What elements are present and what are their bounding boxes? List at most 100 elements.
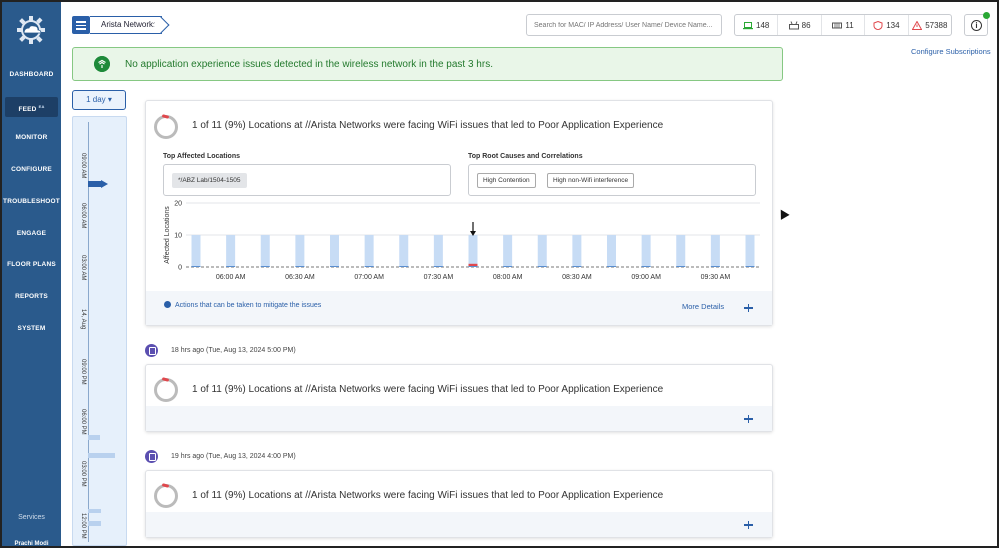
sidebar-item-label: SYSTEM bbox=[17, 325, 46, 332]
stat-security[interactable]: 134 bbox=[865, 15, 909, 35]
sidebar-item-reports[interactable]: REPORTS bbox=[2, 293, 61, 300]
sidebar-item-engage[interactable]: ENGAGE bbox=[2, 230, 61, 237]
sidebar-item-label: FLOOR PLANS bbox=[7, 261, 56, 268]
bar bbox=[364, 235, 374, 267]
sidebar-item-label: REPORTS bbox=[15, 293, 48, 300]
timeline-event-bar[interactable] bbox=[88, 509, 101, 513]
sidebar-item-label: MONITOR bbox=[15, 134, 48, 141]
bar bbox=[468, 235, 478, 267]
collapse-icon[interactable] bbox=[744, 304, 753, 312]
location-chip[interactable]: */ABZ Lab/1504-1505 bbox=[172, 173, 247, 188]
bar-baseline bbox=[572, 266, 582, 267]
stat-value: 11 bbox=[845, 20, 854, 30]
stat-value: 57388 bbox=[925, 20, 948, 30]
more-details-link[interactable]: More Details bbox=[682, 302, 724, 311]
stats-bar: 148 86 11 134 57388 bbox=[734, 14, 952, 36]
timeline-current-marker[interactable] bbox=[88, 180, 108, 188]
stat-servers[interactable]: 11 bbox=[822, 15, 866, 35]
top-causes-label: Top Root Causes and Correlations bbox=[468, 153, 583, 160]
bar-baseline bbox=[399, 266, 409, 267]
expand-icon[interactable] bbox=[744, 415, 753, 423]
status-banner: No application experience issues detecte… bbox=[72, 47, 783, 81]
bar bbox=[537, 235, 547, 267]
bar-baseline bbox=[364, 266, 374, 267]
bar bbox=[226, 235, 236, 267]
bar-baseline bbox=[641, 266, 651, 267]
x-tick-label: 08:00 AM bbox=[493, 274, 523, 281]
breadcrumb-label: Arista Networks bbox=[101, 20, 158, 29]
bar-baseline bbox=[330, 266, 339, 267]
cause-chip[interactable]: High non-Wifi interference bbox=[547, 173, 635, 188]
sidebar-item-label: DASHBOARD bbox=[9, 71, 54, 78]
bar bbox=[745, 235, 755, 267]
sidebar-item-configure[interactable]: CONFIGURE bbox=[2, 166, 61, 173]
bar bbox=[399, 235, 409, 267]
bar-baseline bbox=[607, 266, 616, 267]
info-button[interactable]: i bbox=[964, 12, 990, 36]
bar bbox=[641, 235, 651, 267]
bar-baseline bbox=[191, 266, 201, 267]
card-title: 1 of 11 (9%) Locations at //Arista Netwo… bbox=[192, 384, 664, 395]
bar-baseline bbox=[676, 266, 686, 267]
sidebar-item-label: ENGAGE bbox=[16, 230, 47, 237]
stat-clients[interactable]: 148 bbox=[735, 15, 779, 35]
card-title: 1 of 11 (9%) Locations at //Arista Netwo… bbox=[192, 490, 664, 501]
x-tick-label: 09:00 AM bbox=[631, 274, 661, 281]
card-footer bbox=[146, 406, 772, 431]
feed-timeline[interactable]: 09:00 AM 06:00 AM 03:00 AM 14, Aug 09:00… bbox=[72, 116, 127, 546]
services-link[interactable]: Services bbox=[2, 514, 61, 521]
feed-card-expanded[interactable]: 1 of 11 (9%) Locations at //Arista Netwo… bbox=[145, 100, 773, 326]
timeline-event-bar[interactable] bbox=[88, 453, 115, 458]
sidebar-item-system[interactable]: SYSTEM bbox=[2, 325, 61, 332]
menu-toggle-button[interactable] bbox=[72, 16, 90, 34]
stat-value: 86 bbox=[801, 20, 811, 30]
sidebar-item-troubleshoot[interactable]: TROUBLESHOOT bbox=[2, 198, 61, 205]
breadcrumb[interactable]: Arista Networks bbox=[90, 16, 162, 34]
hamburger-icon bbox=[76, 21, 86, 23]
sidebar-item-feed[interactable]: FEED EA bbox=[5, 97, 58, 117]
notification-dot bbox=[983, 12, 990, 19]
cloud-logo-icon[interactable] bbox=[14, 14, 48, 46]
event-timestamp: 18 hrs ago (Tue, Aug 13, 2024 5:00 PM) bbox=[171, 347, 296, 354]
timeline-label: 12:00 PM bbox=[80, 513, 86, 539]
timeline-label: 03:00 AM bbox=[80, 255, 86, 281]
time-range-dropdown[interactable]: 1 day ▾ bbox=[72, 90, 126, 110]
card-title: 1 of 11 (9%) Locations at //Arista Netwo… bbox=[192, 120, 664, 131]
sidebar: DASHBOARD FEED EA MONITOR CONFIGURE TROU… bbox=[2, 2, 61, 546]
x-tick-label: 06:30 AM bbox=[285, 274, 315, 281]
sidebar-item-label: TROUBLESHOOT bbox=[3, 198, 60, 205]
hamburger-icon-line bbox=[76, 28, 86, 30]
info-icon: i bbox=[971, 20, 982, 31]
success-app-icon bbox=[94, 56, 110, 72]
shield-icon bbox=[873, 20, 883, 30]
bar-baseline bbox=[295, 266, 305, 267]
top-locations-label: Top Affected Locations bbox=[163, 153, 240, 160]
feed-card[interactable]: 1 of 11 (9%) Locations at //Arista Netwo… bbox=[145, 470, 773, 538]
timeline-event-bar[interactable] bbox=[88, 435, 100, 440]
bar-baseline bbox=[503, 266, 513, 267]
configure-subscriptions-link[interactable]: Configure Subscriptions bbox=[911, 47, 991, 56]
timeline-label: 09:00 AM bbox=[80, 153, 86, 179]
search-input[interactable] bbox=[526, 14, 722, 36]
event-timestamp: 19 hrs ago (Tue, Aug 13, 2024 4:00 PM) bbox=[171, 453, 296, 460]
stat-access-points[interactable]: 86 bbox=[778, 15, 822, 35]
x-tick-label: 07:30 AM bbox=[424, 274, 454, 281]
user-name[interactable]: Prachi Modi bbox=[2, 541, 61, 546]
card-footer: Actions that can be taken to mitigate th… bbox=[146, 291, 772, 325]
hamburger-icon-line bbox=[76, 24, 86, 26]
feed-card[interactable]: 1 of 11 (9%) Locations at //Arista Netwo… bbox=[145, 364, 773, 432]
progress-ring-icon bbox=[154, 378, 178, 402]
actions-link[interactable]: Actions that can be taken to mitigate th… bbox=[164, 301, 321, 309]
expand-icon[interactable] bbox=[744, 521, 753, 529]
sidebar-item-dashboard[interactable]: DASHBOARD bbox=[2, 71, 61, 78]
bar bbox=[710, 235, 720, 267]
sidebar-item-label: CONFIGURE bbox=[11, 166, 52, 173]
sidebar-item-monitor[interactable]: MONITOR bbox=[2, 134, 61, 141]
feed-badge: EA bbox=[38, 104, 45, 109]
timeline-event-bar[interactable] bbox=[88, 521, 101, 526]
cause-chip[interactable]: High Contention bbox=[477, 173, 536, 188]
server-icon bbox=[832, 22, 843, 28]
sidebar-item-floor-plans[interactable]: FLOOR PLANS bbox=[2, 261, 61, 268]
stat-alerts[interactable]: 57388 bbox=[909, 15, 951, 35]
timeline-label: 14, Aug bbox=[80, 309, 86, 330]
